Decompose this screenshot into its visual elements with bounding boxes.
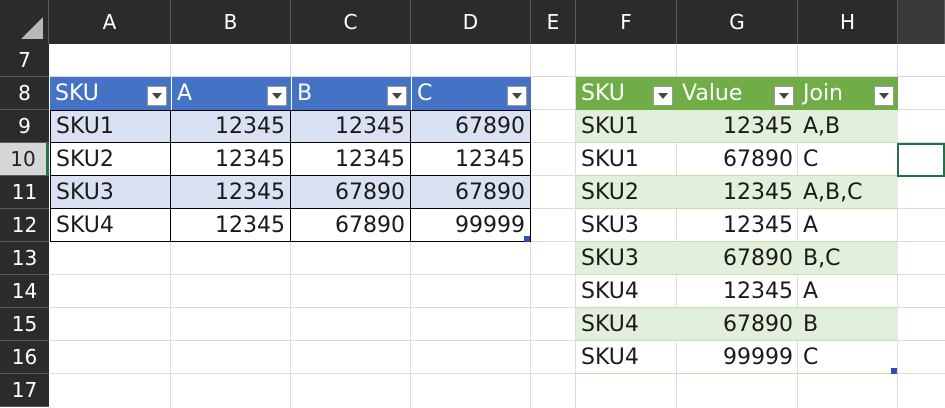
- table2-cell[interactable]: 67890: [677, 143, 798, 176]
- column-header-e[interactable]: E: [531, 0, 576, 44]
- header-label: A: [177, 81, 193, 106]
- column-header-h[interactable]: H: [798, 0, 898, 44]
- table1-cell[interactable]: 99999: [411, 209, 531, 242]
- table2-cell[interactable]: 12345: [677, 209, 798, 242]
- row-header-7[interactable]: 7: [0, 44, 49, 77]
- table2-cell[interactable]: SKU1: [576, 143, 677, 176]
- active-cell-selection[interactable]: [897, 143, 945, 177]
- table2-cell[interactable]: SKU3: [576, 209, 677, 242]
- table1-cell[interactable]: 12345: [291, 143, 411, 176]
- select-all-triangle-icon: [21, 17, 43, 39]
- table1-cell[interactable]: 67890: [291, 209, 411, 242]
- row-header-10[interactable]: 10: [0, 143, 49, 176]
- table2-cell[interactable]: B,C: [798, 242, 898, 275]
- table2-header-value[interactable]: Value: [677, 77, 798, 110]
- table2-cell[interactable]: SKU4: [576, 275, 677, 308]
- header-label: SKU: [55, 81, 99, 106]
- table2-cell[interactable]: 12345: [677, 110, 798, 143]
- row-header-8[interactable]: 8: [0, 77, 49, 110]
- table1-header-b[interactable]: B: [291, 77, 411, 110]
- row-header-16[interactable]: 16: [0, 341, 49, 374]
- table2-cell[interactable]: 67890: [677, 242, 798, 275]
- column-header-g[interactable]: G: [677, 0, 798, 44]
- filter-dropdown-icon[interactable]: [267, 86, 287, 106]
- column-header-f[interactable]: F: [576, 0, 677, 44]
- table2-cell[interactable]: A: [798, 275, 898, 308]
- row-header-11[interactable]: 11: [0, 176, 49, 209]
- table2-resize-handle[interactable]: [891, 368, 897, 374]
- table1-cell[interactable]: 67890: [291, 176, 411, 209]
- table2-header-sku[interactable]: SKU: [576, 77, 677, 110]
- column-header-d[interactable]: D: [411, 0, 531, 44]
- table2-cell[interactable]: SKU2: [576, 176, 677, 209]
- table2-cell[interactable]: A,B: [798, 110, 898, 143]
- table2-cell[interactable]: A,B,C: [798, 176, 898, 209]
- table2-cell[interactable]: 12345: [677, 176, 798, 209]
- filter-dropdown-icon[interactable]: [507, 86, 527, 106]
- table1-cell[interactable]: 12345: [171, 209, 291, 242]
- row-header-13[interactable]: 13: [0, 242, 49, 275]
- table1-cell[interactable]: SKU2: [50, 143, 171, 176]
- table1-header-c[interactable]: C: [411, 77, 531, 110]
- table1-cell[interactable]: 12345: [411, 143, 531, 176]
- table1-cell[interactable]: SKU1: [50, 110, 171, 143]
- table1-resize-handle[interactable]: [524, 236, 530, 242]
- table1-cell[interactable]: 12345: [171, 143, 291, 176]
- table2-cell[interactable]: 12345: [677, 275, 798, 308]
- column-header-i[interactable]: [898, 0, 945, 44]
- header-label: C: [417, 81, 433, 106]
- filter-dropdown-icon[interactable]: [147, 86, 167, 106]
- filter-dropdown-icon[interactable]: [774, 86, 794, 106]
- select-all-button[interactable]: [0, 0, 49, 44]
- table2-cell[interactable]: 67890: [677, 308, 798, 341]
- column-header-b[interactable]: B: [171, 0, 291, 44]
- column-header-a[interactable]: A: [49, 0, 171, 44]
- table1-cell[interactable]: 67890: [411, 176, 531, 209]
- table2-header-join[interactable]: Join: [798, 77, 898, 110]
- table1-header-sku[interactable]: SKU: [50, 77, 171, 110]
- table2-cell[interactable]: SKU4: [576, 308, 677, 341]
- table1-cell[interactable]: SKU4: [50, 209, 171, 242]
- filter-dropdown-icon[interactable]: [653, 86, 673, 106]
- table2-cell[interactable]: C: [798, 341, 898, 374]
- header-label: Join: [803, 81, 844, 106]
- table1-cell[interactable]: 67890: [411, 110, 531, 143]
- filter-dropdown-icon[interactable]: [387, 86, 407, 106]
- table1-cell[interactable]: 12345: [291, 110, 411, 143]
- header-label: SKU: [581, 81, 625, 106]
- table2-cell[interactable]: A: [798, 209, 898, 242]
- table2-cell[interactable]: C: [798, 143, 898, 176]
- table2-cell[interactable]: SKU1: [576, 110, 677, 143]
- row-header-17[interactable]: 17: [0, 374, 49, 407]
- row-header-9[interactable]: 9: [0, 110, 49, 143]
- table2-cell[interactable]: B: [798, 308, 898, 341]
- table2-cell[interactable]: SKU4: [576, 341, 677, 374]
- column-header-c[interactable]: C: [291, 0, 411, 44]
- table2-cell[interactable]: 99999: [677, 341, 798, 374]
- header-label: Value: [682, 81, 743, 106]
- header-label: B: [297, 81, 313, 106]
- filter-dropdown-icon[interactable]: [874, 86, 894, 106]
- table2-cell[interactable]: SKU3: [576, 242, 677, 275]
- row-header-14[interactable]: 14: [0, 275, 49, 308]
- row-header-12[interactable]: 12: [0, 209, 49, 242]
- row-header-15[interactable]: 15: [0, 308, 49, 341]
- table1-cell[interactable]: SKU3: [50, 176, 171, 209]
- table1-header-a[interactable]: A: [171, 77, 291, 110]
- table1-cell[interactable]: 12345: [171, 176, 291, 209]
- table1-cell[interactable]: 12345: [171, 110, 291, 143]
